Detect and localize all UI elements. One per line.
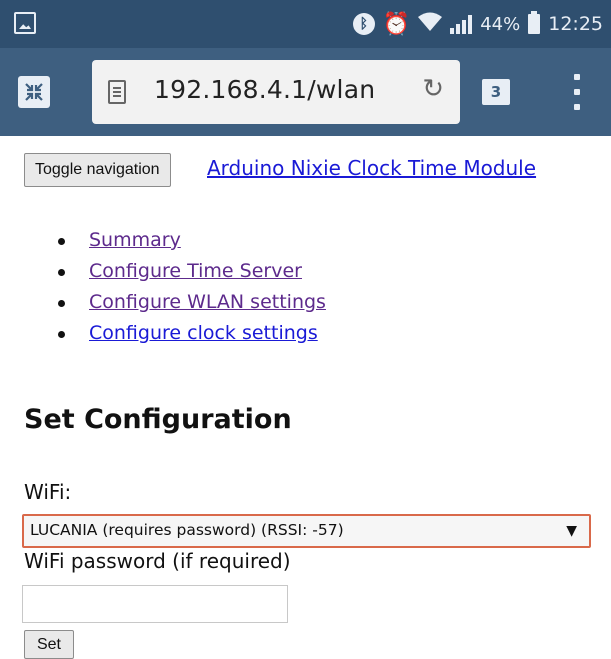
password-label: WiFi password (if required)	[24, 549, 291, 573]
nav-link-clock[interactable]: Configure clock settings	[89, 319, 318, 347]
dropdown-arrow-icon: ▼	[566, 523, 577, 539]
signal-icon	[450, 14, 473, 34]
toggle-navigation-button[interactable]: Toggle navigation	[24, 153, 171, 187]
bullet	[58, 238, 65, 245]
status-icons: ᛒ ⏰ 44% 12:25	[352, 10, 603, 38]
address-bar[interactable]: 192.168.4.1/wlan ↻	[92, 60, 460, 124]
wifi-label: WiFi:	[24, 480, 72, 504]
wifi-selected-value: LUCANIA (requires password) (RSSI: -57)	[30, 521, 344, 539]
gallery-icon	[14, 12, 36, 34]
page-content: Toggle navigation Arduino Nixie Clock Ti…	[0, 136, 611, 659]
password-field[interactable]	[22, 585, 288, 623]
bullet	[58, 269, 65, 276]
tabs-icon[interactable]: 3	[482, 79, 510, 105]
status-bar: ᛒ ⏰ 44% 12:25	[0, 0, 611, 48]
wifi-icon	[418, 12, 443, 37]
clock-time: 12:25	[548, 13, 603, 35]
alarm-icon: ⏰	[382, 11, 411, 37]
page-icon	[108, 80, 126, 104]
set-button[interactable]: Set	[24, 630, 74, 659]
nav-link-summary[interactable]: Summary	[89, 226, 181, 254]
browser-toolbar: 192.168.4.1/wlan ↻ 3	[0, 48, 611, 136]
url-text[interactable]: 192.168.4.1/wlan	[154, 75, 375, 104]
battery-icon	[528, 11, 541, 34]
menu-icon[interactable]	[574, 74, 580, 110]
brand-link[interactable]: Arduino Nixie Clock Time Module	[207, 156, 536, 180]
nav-link-wlan[interactable]: Configure WLAN settings	[89, 288, 326, 316]
battery-percent: 44%	[480, 13, 521, 35]
collapse-icon[interactable]	[18, 76, 50, 108]
bullet	[58, 300, 65, 307]
reload-icon[interactable]: ↻	[422, 74, 444, 104]
page-title: Set Configuration	[24, 404, 292, 435]
nav-link-time-server[interactable]: Configure Time Server	[89, 257, 302, 285]
bluetooth-icon: ᛒ	[352, 13, 375, 35]
bullet	[58, 331, 65, 338]
wifi-select[interactable]: LUCANIA (requires password) (RSSI: -57) …	[22, 514, 591, 548]
